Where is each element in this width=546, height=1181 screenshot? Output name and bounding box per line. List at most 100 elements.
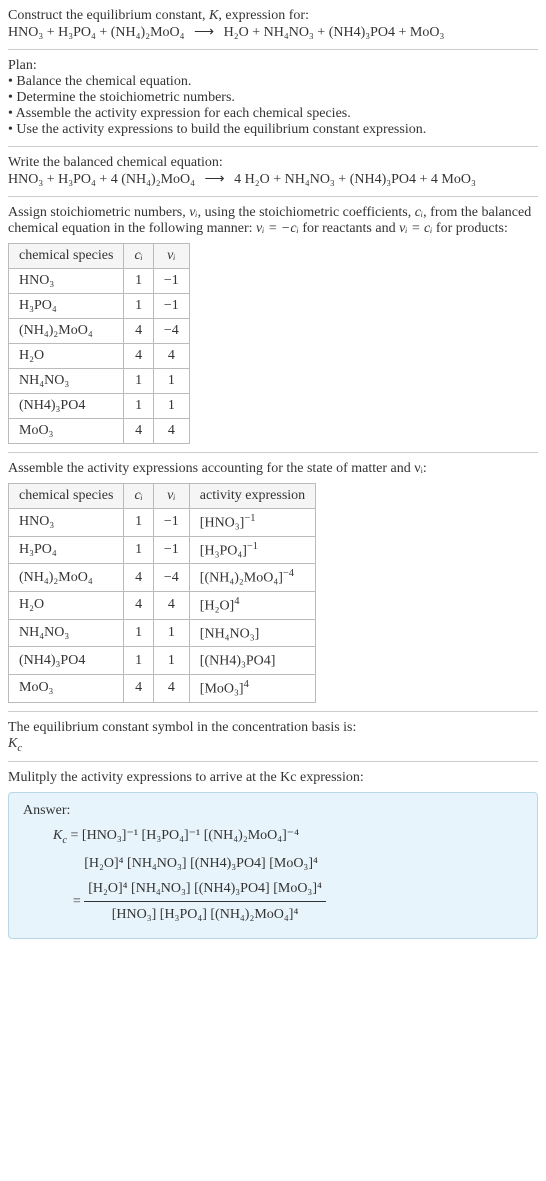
cell-ci: 4 xyxy=(124,564,153,592)
equals: = xyxy=(71,828,82,843)
col-ci: cᵢ xyxy=(124,244,153,269)
eq-lhs: HNO₃ + H₃PO₄ + (NH₄)₂MoO₄ xyxy=(8,25,185,40)
cell-nu: −1 xyxy=(153,509,189,537)
cell-nu: −4 xyxy=(153,564,189,592)
divider xyxy=(8,711,538,712)
cell-species: (NH4)₃PO4 xyxy=(9,394,124,419)
unbalanced-equation: HNO₃ + H₃PO₄ + (NH₄)₂MoO₄ ⟶ H₂O + NH₄NO₃… xyxy=(8,25,444,40)
table-header-row: chemical species cᵢ νᵢ activity expressi… xyxy=(9,484,316,509)
eq-lhs: HNO₃ + H₃PO₄ + 4 (NH₄)₂MoO₄ xyxy=(8,172,195,187)
cell-ci: 1 xyxy=(124,647,153,675)
plan-item: • Assemble the activity expression for e… xyxy=(8,106,538,122)
plan-item-text: Determine the stoichiometric numbers. xyxy=(16,90,235,105)
fraction-numerator: [H₂O]⁴ [NH₄NO₃] [(NH4)₃PO4] [MoO₃]⁴ xyxy=(84,876,326,902)
cell-nu: 1 xyxy=(153,369,189,394)
symbol-section: The equilibrium constant symbol in the c… xyxy=(8,720,538,754)
table-row: MoO₃44 xyxy=(9,419,190,444)
cell-nu: 4 xyxy=(153,344,189,369)
fraction: [H₂O]⁴ [NH₄NO₃] [(NH4)₃PO4] [MoO₃]⁴ [HNO… xyxy=(84,876,326,927)
cell-species: MoO₃ xyxy=(9,419,124,444)
cell-species: H₃PO₄ xyxy=(9,294,124,319)
col-nu: νᵢ xyxy=(153,244,189,269)
cell-species: (NH₄)₂MoO₄ xyxy=(9,564,124,592)
cell-activity: [NH₄NO₃] xyxy=(189,619,315,647)
balanced-heading: Write the balanced chemical equation: xyxy=(8,155,538,171)
intro-text-b: , expression for: xyxy=(218,8,309,23)
cell-nu: 1 xyxy=(153,394,189,419)
cell-species: (NH₄)₂MoO₄ xyxy=(9,319,124,344)
activity-table: chemical species cᵢ νᵢ activity expressi… xyxy=(8,483,316,703)
cell-species: HNO₃ xyxy=(9,269,124,294)
kc-var: Kc xyxy=(53,828,67,843)
table-row: (NH₄)₂MoO₄4−4[(NH₄)₂MoO₄]−4 xyxy=(9,564,316,592)
divider xyxy=(8,146,538,147)
relation: νᵢ = −cᵢ xyxy=(256,221,299,236)
cell-activity: [(NH₄)₂MoO₄]−4 xyxy=(189,564,315,592)
text: , using the stoichiometric coefficients, xyxy=(198,205,415,220)
table-row: (NH4)₃PO411[(NH4)₃PO4] xyxy=(9,647,316,675)
cell-nu: 4 xyxy=(153,674,189,702)
arrow-icon: ⟶ xyxy=(199,172,231,187)
balanced-equation: HNO₃ + H₃PO₄ + 4 (NH₄)₂MoO₄ ⟶ 4 H₂O + NH… xyxy=(8,172,476,187)
cell-ci: 4 xyxy=(124,419,153,444)
cell-species: H₂O xyxy=(9,591,124,619)
table-row: H₃PO₄1−1 xyxy=(9,294,190,319)
balanced-section: Write the balanced chemical equation: HN… xyxy=(8,155,538,188)
eq-rhs: H₂O + NH₄NO₃ + (NH4)₃PO4 + MoO₃ xyxy=(224,25,445,40)
plan-section: Plan: • Balance the chemical equation. •… xyxy=(8,58,538,138)
symbol-text: The equilibrium constant symbol in the c… xyxy=(8,720,538,736)
fraction-denominator: [HNO₃] [H₃PO₄] [(NH₄)₂MoO₄]⁴ xyxy=(84,902,326,927)
col-species: chemical species xyxy=(9,244,124,269)
cell-activity: [(NH4)₃PO4] xyxy=(189,647,315,675)
expr-line2: [H₂O]⁴ [NH₄NO₃] [(NH4)₃PO4] [MoO₃]⁴ xyxy=(84,856,318,871)
expr-line1: [HNO₃]⁻¹ [H₃PO₄]⁻¹ [(NH₄)₂MoO₄]⁻⁴ xyxy=(82,828,299,843)
text: for products: xyxy=(432,221,507,236)
assemble-text: Assemble the activity expressions accoun… xyxy=(8,461,538,477)
cell-ci: 4 xyxy=(124,674,153,702)
table-row: HNO₃1−1 xyxy=(9,269,190,294)
cell-ci: 4 xyxy=(124,591,153,619)
col-species: chemical species xyxy=(9,484,124,509)
cell-species: HNO₃ xyxy=(9,509,124,537)
stoich-text: Assign stoichiometric numbers, νᵢ, using… xyxy=(8,205,538,237)
cell-species: H₃PO₄ xyxy=(9,536,124,564)
answer-equation: Kc = [HNO₃]⁻¹ [H₃PO₄]⁻¹ [(NH₄)₂MoO₄]⁻⁴ K… xyxy=(23,823,523,927)
divider xyxy=(8,452,538,453)
cell-activity: [MoO₃]4 xyxy=(189,674,315,702)
relation: νᵢ = cᵢ xyxy=(399,221,432,236)
cell-nu: 1 xyxy=(153,647,189,675)
cell-ci: 1 xyxy=(124,269,153,294)
col-ci: cᵢ xyxy=(124,484,153,509)
table-row: MoO₃44[MoO₃]4 xyxy=(9,674,316,702)
plan-item: • Determine the stoichiometric numbers. xyxy=(8,90,538,106)
divider xyxy=(8,49,538,50)
table-row: H₃PO₄1−1[H₃PO₄]−1 xyxy=(9,536,316,564)
cell-ci: 1 xyxy=(124,536,153,564)
plan-item: • Use the activity expressions to build … xyxy=(8,122,538,138)
cell-species: NH₄NO₃ xyxy=(9,369,124,394)
intro-text: Construct the equilibrium constant, xyxy=(8,8,209,23)
arrow-icon: ⟶ xyxy=(188,25,220,40)
table-row: HNO₃1−1[HNO₃]−1 xyxy=(9,509,316,537)
table-row: H₂O44 xyxy=(9,344,190,369)
intro: Construct the equilibrium constant, K, e… xyxy=(8,8,538,41)
text: Mulitply the activity expressions to arr… xyxy=(8,770,364,785)
kc-symbol: Kc xyxy=(8,736,538,754)
multiply-text: Mulitply the activity expressions to arr… xyxy=(8,770,538,786)
cell-ci: 1 xyxy=(124,369,153,394)
cell-nu: 4 xyxy=(153,419,189,444)
cell-activity: [HNO₃]−1 xyxy=(189,509,315,537)
table-row: (NH4)₃PO411 xyxy=(9,394,190,419)
table-header-row: chemical species cᵢ νᵢ xyxy=(9,244,190,269)
divider xyxy=(8,196,538,197)
cell-species: H₂O xyxy=(9,344,124,369)
eq-rhs: 4 H₂O + NH₄NO₃ + (NH4)₃PO4 + 4 MoO₃ xyxy=(234,172,476,187)
answer-box: Answer: Kc = [HNO₃]⁻¹ [H₃PO₄]⁻¹ [(NH₄)₂M… xyxy=(8,792,538,938)
cell-nu: −1 xyxy=(153,294,189,319)
cell-nu: −1 xyxy=(153,536,189,564)
text: Assign stoichiometric numbers, xyxy=(8,205,189,220)
col-nu: νᵢ xyxy=(153,484,189,509)
cell-activity: [H₂O]4 xyxy=(189,591,315,619)
divider xyxy=(8,761,538,762)
stoichiometry-table: chemical species cᵢ νᵢ HNO₃1−1 H₃PO₄1−1 … xyxy=(8,243,190,444)
